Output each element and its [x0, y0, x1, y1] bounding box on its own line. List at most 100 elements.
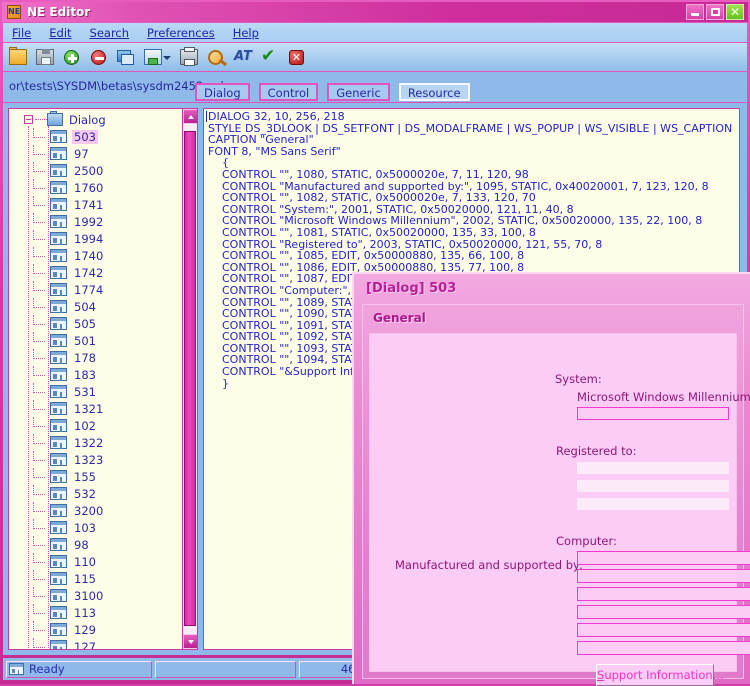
support-information-button[interactable]: Support Information...: [596, 664, 724, 686]
tree-connector: [33, 128, 45, 138]
tree-root-row[interactable]: Dialog: [9, 111, 184, 128]
toolbar-print-button[interactable]: [177, 45, 201, 69]
toolbar-apply-button[interactable]: ✔: [258, 45, 282, 69]
tree-item[interactable]: 501: [9, 332, 184, 349]
menu-preferences[interactable]: Preferences: [138, 25, 224, 41]
registered-to-line2[interactable]: [577, 480, 729, 492]
tree-item[interactable]: 98: [9, 536, 184, 553]
tree-item[interactable]: 97: [9, 145, 184, 162]
tree-item-label: 113: [74, 605, 96, 620]
tree-item-label: 1322: [74, 435, 104, 450]
tree-scrollbar[interactable]: [182, 109, 197, 649]
toolbar-save-button[interactable]: [33, 45, 57, 69]
scroll-up-button[interactable]: [183, 109, 197, 124]
minimize-button[interactable]: [686, 4, 704, 20]
computer-line6[interactable]: [577, 641, 750, 655]
tree-item-label: 504: [74, 299, 96, 314]
tab-resource[interactable]: Resource: [398, 83, 470, 101]
dialog-preview-window[interactable]: [Dialog] 503 General System: Microsoft W…: [352, 272, 750, 686]
toolbar-window-button[interactable]: [114, 45, 138, 69]
tree-item-label: 531: [74, 384, 96, 399]
tree-item[interactable]: 1994: [9, 230, 184, 247]
toolbar-saveas-button[interactable]: [141, 45, 171, 69]
tree-item[interactable]: 127: [9, 638, 184, 649]
tree-connector: [33, 315, 45, 325]
tab-generic[interactable]: Generic: [327, 83, 390, 101]
tree-item-label: 178: [74, 350, 96, 365]
registered-to-line3[interactable]: [577, 498, 729, 510]
code-line: FONT 8, "MS Sans Serif": [208, 144, 341, 158]
tree-item-label: 102: [74, 418, 96, 433]
toolbar-find-button[interactable]: [204, 45, 228, 69]
menu-help-label: Help: [232, 25, 259, 40]
system-extra-edit[interactable]: [577, 407, 729, 420]
tree-item[interactable]: 110: [9, 553, 184, 570]
tree-item-label: 98: [74, 537, 89, 552]
tree-item[interactable]: 183: [9, 366, 184, 383]
tree-item[interactable]: 103: [9, 519, 184, 536]
menu-file[interactable]: File: [3, 25, 40, 41]
tree-item-label: 505: [74, 316, 96, 331]
dialog-preview-client-area: System: Microsoft Windows Millennium Reg…: [369, 333, 750, 686]
tree-item-label: 97: [74, 146, 89, 161]
toolbar-font-button[interactable]: AТ: [231, 45, 255, 69]
tree-item[interactable]: 1321: [9, 400, 184, 417]
tree-item[interactable]: 155: [9, 468, 184, 485]
dialog-resource-icon: [50, 436, 67, 449]
tree-connector: [33, 502, 45, 512]
tree-item[interactable]: 3100: [9, 587, 184, 604]
tree-item[interactable]: 1774: [9, 281, 184, 298]
toolbar-add-button[interactable]: [60, 45, 84, 69]
tree-item[interactable]: 1741: [9, 196, 184, 213]
tree-item[interactable]: 115: [9, 570, 184, 587]
registered-to-line1[interactable]: [577, 462, 729, 474]
tree-item-label: 3100: [74, 588, 104, 603]
tab-dialog[interactable]: Dialog: [195, 83, 250, 101]
computer-line4[interactable]: [577, 605, 750, 619]
app-icon: NE: [7, 5, 21, 19]
dialog-resource-icon: [50, 164, 67, 177]
tree-item[interactable]: 1760: [9, 179, 184, 196]
apply-icon: ✔: [261, 46, 276, 66]
tree-collapse-toggle[interactable]: [24, 115, 33, 124]
tree-item[interactable]: 178: [9, 349, 184, 366]
minimize-icon: [691, 13, 699, 16]
tree-item[interactable]: 531: [9, 383, 184, 400]
toolbar-delete-button[interactable]: [87, 45, 111, 69]
tree-item[interactable]: 1992: [9, 213, 184, 230]
resource-tree-panel[interactable]: Dialog 503 97 2500 1760 1741 1992 1994 1740 1742 1…: [8, 108, 198, 650]
tree-item[interactable]: 1742: [9, 264, 184, 281]
tree-item-label: 1740: [74, 248, 104, 263]
tree-item[interactable]: 1322: [9, 434, 184, 451]
menu-help[interactable]: Help: [224, 25, 268, 41]
close-button[interactable]: ✕: [726, 4, 744, 20]
computer-line5[interactable]: [577, 623, 750, 637]
menu-edit[interactable]: Edit: [40, 25, 80, 41]
tree-item[interactable]: 505: [9, 315, 184, 332]
tree-item[interactable]: 2500: [9, 162, 184, 179]
tree-item[interactable]: 102: [9, 417, 184, 434]
cancel-icon: ✕: [289, 50, 304, 65]
tree-item[interactable]: 503: [9, 128, 184, 145]
tree-item[interactable]: 532: [9, 485, 184, 502]
tree-connector: [35, 118, 47, 121]
computer-line1[interactable]: [577, 551, 750, 565]
tree-item[interactable]: 1740: [9, 247, 184, 264]
scroll-down-button[interactable]: [183, 634, 197, 649]
toolbar-open-button[interactable]: [6, 45, 30, 69]
tree-item[interactable]: 3200: [9, 502, 184, 519]
maximize-button[interactable]: [706, 4, 724, 20]
scrollbar-thumb[interactable]: [184, 131, 196, 626]
tree-item[interactable]: 504: [9, 298, 184, 315]
computer-line2[interactable]: [577, 569, 750, 583]
tree-item-label: 1774: [74, 282, 104, 297]
tree-item[interactable]: 129: [9, 621, 184, 638]
chevron-down-icon[interactable]: [163, 56, 171, 60]
computer-line3[interactable]: [577, 587, 750, 601]
tree-item[interactable]: 1323: [9, 451, 184, 468]
menu-search[interactable]: Search: [81, 25, 139, 41]
tree-item[interactable]: 113: [9, 604, 184, 621]
tab-dialog-label: Dialog: [204, 86, 241, 100]
toolbar-cancel-button[interactable]: ✕: [285, 45, 309, 69]
tab-control[interactable]: Control: [258, 83, 319, 101]
